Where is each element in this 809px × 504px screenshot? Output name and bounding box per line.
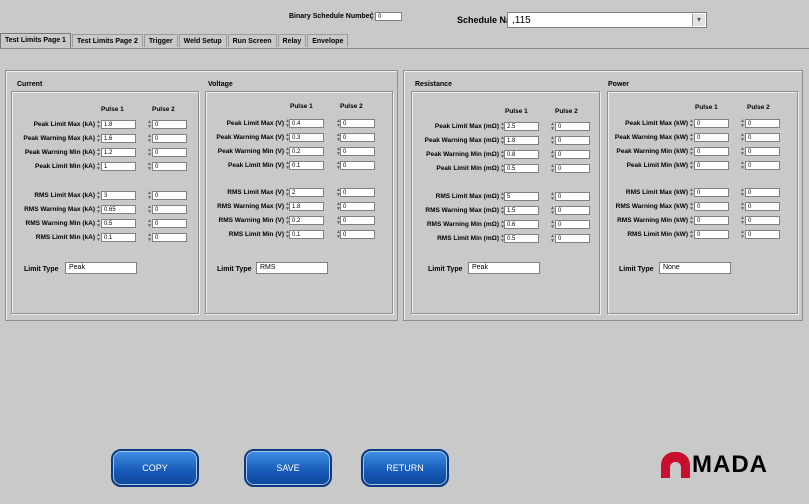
power-pulse2-input[interactable]: 0 <box>745 188 780 197</box>
power-pulse1-input[interactable]: 0 <box>694 119 729 128</box>
power-pulse1-input[interactable]: 0 <box>694 216 729 225</box>
power-pulse2-input[interactable]: 0 <box>745 133 780 142</box>
tab-envelope[interactable]: Envelope <box>307 34 349 47</box>
power-limit-type-field[interactable]: None <box>659 262 731 274</box>
power-pulse2-input[interactable]: 0 <box>745 119 780 128</box>
power-row-label: RMS Warning Min (kW) <box>617 217 688 224</box>
current-pulse1-header: Pulse 1 <box>101 106 124 113</box>
power-pulse2-input[interactable]: 0 <box>745 147 780 156</box>
current-title: Current <box>17 81 43 88</box>
save-button[interactable]: SAVE <box>244 449 332 487</box>
resistance-limit-type-field[interactable]: Peak <box>468 262 540 274</box>
power-pulse2-header: Pulse 2 <box>747 104 770 111</box>
power-row-label: RMS Warning Max (kW) <box>615 203 688 210</box>
power-pulse2-input[interactable]: 0 <box>745 202 780 211</box>
schedule-name-value: ,115 <box>512 15 531 26</box>
current-pulse2-header: Pulse 2 <box>152 106 175 113</box>
power-pulse1-input[interactable]: 0 <box>694 161 729 170</box>
binary-schedule-label: Binary Schedule Number <box>289 13 373 20</box>
power-pulse1-header: Pulse 1 <box>695 104 718 111</box>
tab-trigger[interactable]: Trigger <box>143 34 178 47</box>
copy-button[interactable]: COPY <box>111 449 199 487</box>
power-row-label: Peak Warning Max (kW) <box>614 134 688 141</box>
power-pulse2-input[interactable]: 0 <box>745 216 780 225</box>
header-bar: Binary Schedule Number ▲ ▼ 0 Schedule Nam… <box>0 0 809 33</box>
current-limit-type-field[interactable]: Peak <box>65 262 137 274</box>
current-limit-type-label: Limit Type <box>24 266 59 273</box>
power-pulse2-input[interactable]: 0 <box>745 161 780 170</box>
power-pulse2-input[interactable]: 0 <box>745 230 780 239</box>
power-row-label: Peak Warning Min (kW) <box>616 148 688 155</box>
schedule-name-combo[interactable]: ,115 ▾ <box>507 12 707 28</box>
power-pulse1-input[interactable]: 0 <box>694 230 729 239</box>
power-row-label: Peak Limit Min (kW) <box>626 162 688 169</box>
power-title: Power <box>608 81 630 88</box>
power-row-label: RMS Limit Max (kW) <box>625 189 688 196</box>
tab-test-limits-page-1[interactable]: Test Limits Page 1 <box>0 33 71 48</box>
resistance-limit-type-label: Limit Type <box>428 266 463 273</box>
tab-relay[interactable]: Relay <box>277 34 307 47</box>
binary-schedule-spinner[interactable]: ▲ ▼ <box>369 11 375 22</box>
tab-run-screen[interactable]: Run Screen <box>227 34 277 47</box>
logo-text: MADA <box>692 451 768 478</box>
tab-strip: Test Limits Page 1 Test Limits Page 2 Tr… <box>0 33 349 48</box>
return-button[interactable]: RETURN <box>361 449 449 487</box>
voltage-pulse1-header: Pulse 1 <box>290 103 313 110</box>
binary-schedule-input[interactable]: 0 <box>375 12 402 21</box>
power-pulse1-input[interactable]: 0 <box>694 188 729 197</box>
voltage-title: Voltage <box>208 81 233 88</box>
resistance-pulse1-header: Pulse 1 <box>505 108 528 115</box>
tab-test-limits-page-2[interactable]: Test Limits Page 2 <box>71 34 143 47</box>
voltage-pulse2-header: Pulse 2 <box>340 103 363 110</box>
power-pulse1-input[interactable]: 0 <box>694 133 729 142</box>
resistance-pulse2-header: Pulse 2 <box>555 108 578 115</box>
amada-logo: MADA <box>661 451 801 478</box>
logo-a-mark <box>661 452 690 478</box>
resistance-title: Resistance <box>415 81 452 88</box>
power-row-label: Peak Limit Max (kW) <box>625 120 688 127</box>
tab-divider <box>0 48 809 49</box>
power-row-label: RMS Limit Min (kW) <box>627 231 688 238</box>
power-pulse1-input[interactable]: 0 <box>694 202 729 211</box>
power-limit-type-label: Limit Type <box>619 266 654 273</box>
voltage-limit-type-field[interactable]: RMS <box>256 262 328 274</box>
power-pulse1-input[interactable]: 0 <box>694 147 729 156</box>
tab-weld-setup[interactable]: Weld Setup <box>178 34 227 47</box>
dropdown-arrow-icon[interactable]: ▾ <box>692 14 705 26</box>
voltage-limit-type-label: Limit Type <box>217 266 252 273</box>
